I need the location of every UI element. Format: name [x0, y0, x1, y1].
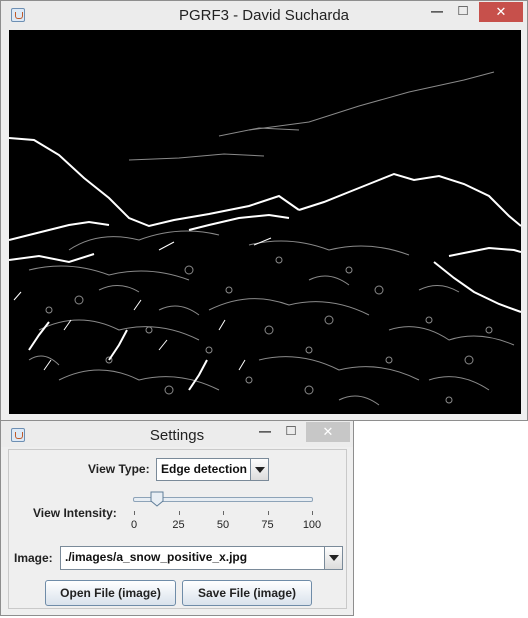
maximize-button[interactable]: □ — [453, 2, 473, 19]
view-type-value: Edge detection — [161, 462, 248, 476]
main-window: PGRF3 - David Sucharda — □ ✕ — [0, 0, 528, 421]
slider-tick-label: 75 — [261, 519, 274, 531]
slider-tick — [267, 511, 269, 515]
view-type-label: View Type: — [88, 462, 150, 476]
main-titlebar[interactable]: PGRF3 - David Sucharda — □ ✕ — [1, 1, 527, 30]
close-button[interactable]: ✕ — [306, 422, 350, 442]
view-intensity-label: View Intensity: — [33, 506, 117, 520]
close-button[interactable]: ✕ — [479, 2, 523, 22]
settings-window: Settings — □ ✕ View Type: Edge detection… — [0, 420, 354, 616]
slider-tick-label: 0 — [130, 519, 138, 531]
save-file-button[interactable]: Save File (image) — [182, 580, 312, 606]
maximize-button[interactable]: □ — [281, 422, 301, 439]
slider-tick — [223, 511, 224, 515]
slider-tick-label: 100 — [302, 519, 322, 531]
render-canvas[interactable] — [9, 30, 521, 414]
image-select[interactable]: ./images/a_snow_positive_x.jpg — [60, 546, 343, 570]
slider-thumb[interactable] — [150, 491, 164, 507]
edge-detection-image — [9, 30, 521, 414]
minimize-button[interactable]: — — [255, 424, 275, 438]
view-type-select[interactable]: Edge detection — [156, 458, 269, 481]
slider-tick-label: 50 — [216, 519, 230, 531]
image-value: ./images/a_snow_positive_x.jpg — [65, 550, 248, 564]
chevron-down-icon[interactable] — [324, 547, 342, 569]
settings-panel: View Type: Edge detection View Intensity… — [8, 449, 347, 609]
chevron-down-icon[interactable] — [250, 459, 268, 480]
view-intensity-slider[interactable]: 0 25 50 75 100 — [129, 490, 321, 540]
slider-tick — [178, 511, 180, 515]
slider-tick — [134, 511, 135, 515]
settings-titlebar[interactable]: Settings — □ ✕ — [1, 421, 353, 447]
minimize-button[interactable]: — — [427, 4, 447, 18]
slider-tick-label: 25 — [172, 519, 185, 531]
window-title: PGRF3 - David Sucharda — [178, 7, 350, 24]
image-label: Image: — [14, 551, 53, 565]
slider-tick — [312, 511, 313, 515]
open-file-button[interactable]: Open File (image) — [45, 580, 176, 606]
